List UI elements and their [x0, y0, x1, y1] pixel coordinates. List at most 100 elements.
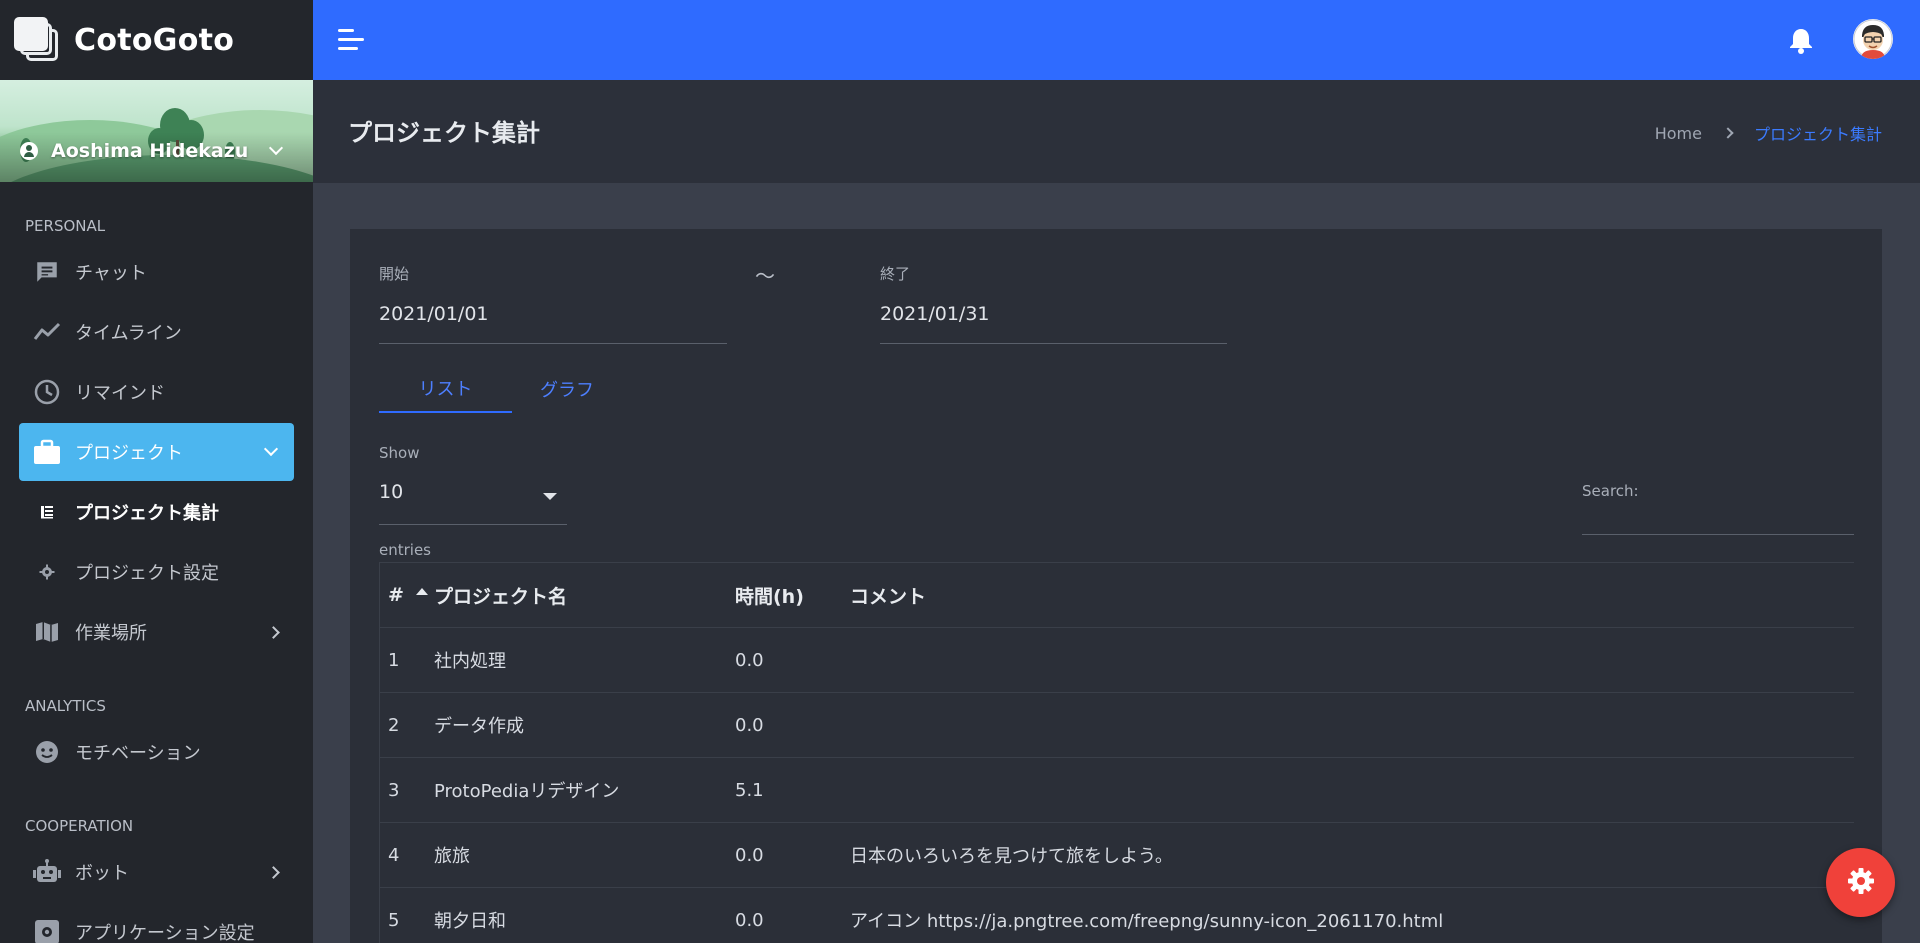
cell-project-name: 朝夕日和: [434, 911, 506, 932]
table-row: 2 データ作成 0.0: [380, 693, 1854, 758]
sidebar-item-workplace[interactable]: 作業場所: [19, 603, 294, 661]
sidebar-item-label: プロジェクト: [75, 443, 183, 464]
sidebar-item-label: モチベーション: [75, 743, 201, 764]
cell-number: 3: [388, 779, 400, 801]
column-header-project-name[interactable]: プロジェクト名: [434, 563, 567, 627]
start-date-input[interactable]: 2021/01/01: [379, 303, 489, 325]
date-range-separator: 〜: [755, 264, 775, 288]
search-input[interactable]: [1582, 507, 1854, 535]
chevron-down-icon: [263, 441, 279, 457]
project-summary-table: # プロジェクト名 時間(h) コメント 1 社内処理 0.0 2 データ作成 …: [379, 562, 1854, 943]
sidebar-item-remind[interactable]: リマインド: [19, 363, 294, 421]
sidebar-item-label: チャット: [75, 263, 147, 284]
cell-project-name: 旅旅: [434, 846, 470, 867]
bell-icon[interactable]: [1786, 25, 1816, 55]
column-header-hours[interactable]: 時間(h): [735, 563, 804, 627]
chevron-right-icon: [1722, 127, 1734, 139]
cell-hours: 0.0: [735, 844, 764, 866]
cell-hours: 0.0: [735, 649, 764, 671]
search-label: Search:: [1582, 482, 1639, 500]
tab-list[interactable]: リスト: [379, 365, 512, 413]
cell-project-name: 社内処理: [434, 651, 506, 672]
chat-icon: [33, 258, 61, 286]
app-name: CotoGoto: [74, 22, 235, 58]
sidebar-item-label: ボット: [75, 863, 129, 884]
breadcrumb: Home プロジェクト集計: [1655, 121, 1882, 145]
entries-per-page-select[interactable]: 10: [379, 481, 567, 525]
breadcrumb-home-link[interactable]: Home: [1655, 124, 1702, 143]
end-date-input[interactable]: 2021/01/31: [880, 303, 990, 325]
table-row: 4 旅旅 0.0 日本のいろいろを見つけて旅をしよう。: [380, 823, 1854, 888]
briefcase-icon: [33, 438, 61, 466]
sidebar-item-chat[interactable]: チャット: [19, 243, 294, 301]
cell-number: 2: [388, 714, 400, 736]
sidebar-item-motivation[interactable]: モチベーション: [19, 723, 294, 781]
column-header-number[interactable]: #: [388, 563, 428, 627]
topbar: [313, 0, 1920, 80]
nav-section-cooperation: COOPERATION: [25, 817, 134, 835]
start-date-label: 開始: [379, 265, 410, 283]
settings-fab-button[interactable]: [1826, 848, 1895, 917]
breadcrumb-current: プロジェクト集計: [1753, 125, 1882, 144]
nav-section-analytics: ANALYTICS: [25, 697, 106, 715]
end-date-underline: [880, 343, 1227, 344]
sidebar-item-label: リマインド: [75, 383, 165, 404]
face-icon: [33, 738, 61, 766]
gear-icon: [1846, 866, 1876, 900]
chevron-right-icon: [267, 625, 280, 639]
list-icon: [33, 498, 61, 526]
sidebar-item-label: プロジェクト設定: [75, 563, 219, 584]
cell-comment: 日本のいろいろを見つけて旅をしよう。: [850, 846, 1173, 867]
page-header: プロジェクト集計 Home プロジェクト集計: [313, 80, 1920, 183]
cell-comment: アイコン https://ja.pngtree.com/freepng/sunn…: [850, 911, 1444, 932]
cell-hours: 0.0: [735, 714, 764, 736]
sidebar-item-project-summary[interactable]: プロジェクト集計: [19, 483, 294, 541]
sidebar-item-app-settings[interactable]: アプリケーション設定: [19, 903, 294, 943]
settings-icon: [33, 918, 61, 943]
user-panel[interactable]: Aoshima Hidekazu: [0, 80, 313, 182]
robot-icon: [33, 858, 61, 886]
menu-toggle-icon[interactable]: [338, 29, 366, 51]
caret-down-icon: [543, 493, 557, 500]
user-circle-icon: [20, 142, 38, 160]
table-header-row: # プロジェクト名 時間(h) コメント: [380, 562, 1854, 628]
start-date-underline: [379, 343, 727, 344]
chevron-right-icon: [267, 865, 280, 879]
sidebar-item-timeline[interactable]: タイムライン: [19, 303, 294, 361]
cell-number: 4: [388, 844, 400, 866]
sidebar-item-project[interactable]: プロジェクト: [19, 423, 294, 481]
app-logo-icon: [14, 17, 60, 63]
table-row: 1 社内処理 0.0: [380, 628, 1854, 693]
column-header-comment[interactable]: コメント: [850, 563, 926, 627]
chevron-down-icon[interactable]: [268, 140, 284, 156]
map-icon: [33, 618, 61, 646]
summary-card: 開始 2021/01/01 〜 終了 2021/01/31 リスト グラフ Sh…: [350, 229, 1882, 943]
table-row: 3 ProtoPediaリデザイン 5.1: [380, 758, 1854, 823]
entries-label: entries: [379, 541, 431, 559]
show-label: Show: [379, 444, 420, 462]
sidebar-item-project-settings[interactable]: プロジェクト設定: [19, 543, 294, 601]
table-row: 5 朝夕日和 0.0 アイコン https://ja.pngtree.com/f…: [380, 888, 1854, 943]
cell-project-name: ProtoPediaリデザイン: [434, 781, 620, 802]
user-avatar[interactable]: [1853, 19, 1893, 59]
cell-hours: 0.0: [735, 909, 764, 931]
sidebar-item-bot[interactable]: ボット: [19, 843, 294, 901]
end-date-label: 終了: [880, 265, 911, 283]
cell-number: 1: [388, 649, 400, 671]
sidebar-item-label: 作業場所: [75, 623, 147, 644]
cell-project-name: データ作成: [434, 716, 524, 737]
entries-per-page-value: 10: [379, 481, 404, 503]
sidebar-item-label: タイムライン: [75, 323, 182, 344]
cell-hours: 5.1: [735, 779, 764, 801]
tab-graph[interactable]: グラフ: [512, 365, 622, 413]
column-header-label: #: [388, 584, 404, 606]
nav-section-personal: PERSONAL: [25, 217, 106, 235]
gear-icon: [33, 558, 61, 586]
clock-icon: [33, 378, 61, 406]
trend-line-icon: [33, 318, 61, 346]
sidebar-item-label: アプリケーション設定: [75, 923, 255, 943]
sidebar-item-label: プロジェクト集計: [75, 503, 219, 524]
brand[interactable]: CotoGoto: [0, 0, 313, 80]
sort-ascending-icon: [415, 587, 428, 595]
sidebar: CotoGoto Aoshima Hidekazu PERSONAL チャット …: [0, 0, 313, 943]
